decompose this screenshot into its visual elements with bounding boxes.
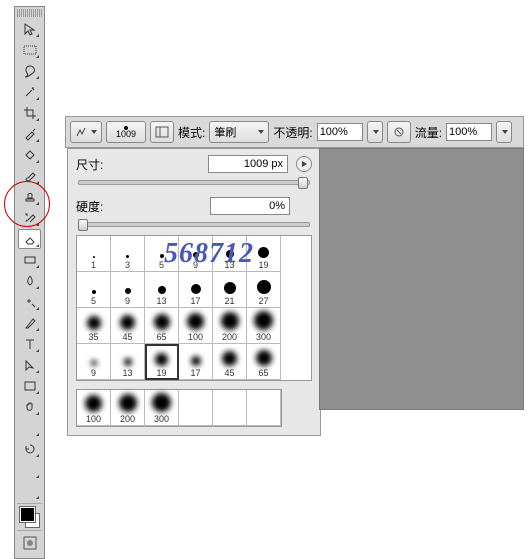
type-tool[interactable] <box>18 334 41 354</box>
3d-orbit-tool[interactable] <box>18 481 41 501</box>
hardness-input[interactable] <box>210 197 290 215</box>
crop-tool[interactable] <box>18 103 41 123</box>
rect-marquee-tool[interactable] <box>18 40 41 60</box>
move-tool[interactable] <box>18 19 41 39</box>
brush-preset[interactable]: 45 <box>213 344 247 380</box>
gradient-tool[interactable] <box>18 250 41 270</box>
brush-preset[interactable]: 27 <box>247 272 281 308</box>
color-swatches[interactable] <box>19 506 40 528</box>
brush-preset[interactable]: 3 <box>111 236 145 272</box>
tool-palette <box>14 6 45 559</box>
brush-preset[interactable]: 300 <box>247 308 281 344</box>
brush-preset[interactable]: 13 <box>213 236 247 272</box>
brush-preset[interactable]: 1 <box>77 236 111 272</box>
pen-tool[interactable] <box>18 313 41 333</box>
stamp-tool[interactable] <box>18 187 41 207</box>
zoom-tool[interactable] <box>18 418 41 438</box>
canvas-area[interactable] <box>319 148 524 410</box>
brush-preset[interactable]: 9 <box>179 236 213 272</box>
quickmask-icon[interactable] <box>18 533 41 553</box>
pressure-opacity-button[interactable] <box>387 121 411 143</box>
size-label: 尺寸: <box>76 156 116 173</box>
rectangle-tool[interactable] <box>18 376 41 396</box>
brush-preset[interactable]: 45 <box>111 308 145 344</box>
brush-preset[interactable]: 100 <box>77 390 111 426</box>
opacity-label: 不透明: <box>273 124 312 141</box>
brush-grid-extra: 100200300 <box>76 389 282 427</box>
flyout-button[interactable] <box>296 156 312 172</box>
brush-preset[interactable]: 300 <box>145 390 179 426</box>
brush-preset[interactable]: 17 <box>179 272 213 308</box>
brush-preset[interactable]: 13 <box>145 272 179 308</box>
flow-input[interactable] <box>446 123 492 141</box>
eraser-tool[interactable] <box>18 229 41 249</box>
brush-preset[interactable]: 9 <box>111 272 145 308</box>
mode-select[interactable]: 筆刷 <box>209 121 269 143</box>
brush-preset[interactable]: 5 <box>77 272 111 308</box>
brush-preset[interactable]: 35 <box>77 308 111 344</box>
palette-grip[interactable] <box>17 9 42 17</box>
brush-preset[interactable]: 13 <box>111 344 145 380</box>
tool-preset-button[interactable] <box>70 121 102 143</box>
brush-preset[interactable]: 21 <box>213 272 247 308</box>
mode-label: 模式: <box>178 124 205 141</box>
brush-preset[interactable]: 9 <box>77 344 111 380</box>
brush-preset[interactable]: 65 <box>145 308 179 344</box>
brush-grid: 1359131959131721273545651002003009131917… <box>76 235 312 381</box>
size-slider[interactable] <box>78 177 310 187</box>
brush-panel-button[interactable] <box>150 121 174 143</box>
3d-rotate-tool[interactable] <box>18 460 41 480</box>
brush-preset[interactable]: 19 <box>145 344 179 380</box>
size-input[interactable] <box>208 155 288 173</box>
brush-preset[interactable]: 100 <box>179 308 213 344</box>
brush-preset[interactable]: 19 <box>247 236 281 272</box>
brush-preset[interactable]: 65 <box>247 344 281 380</box>
brush-preset[interactable]: 200 <box>213 308 247 344</box>
opacity-dropdown[interactable] <box>367 121 383 143</box>
opacity-input[interactable] <box>317 123 363 141</box>
hardness-label: 硬度: <box>76 198 116 215</box>
path-select-tool[interactable] <box>18 355 41 375</box>
history-brush-tool[interactable] <box>18 208 41 228</box>
brush-preset[interactable]: 17 <box>179 344 213 380</box>
brush-tool[interactable] <box>18 166 41 186</box>
magic-wand-tool[interactable] <box>18 82 41 102</box>
eyedropper-tool[interactable] <box>18 124 41 144</box>
lasso-tool[interactable] <box>18 61 41 81</box>
dodge-tool[interactable] <box>18 292 41 312</box>
flow-dropdown[interactable] <box>496 121 512 143</box>
brush-preset[interactable]: 5 <box>145 236 179 272</box>
hardness-slider[interactable] <box>78 219 310 229</box>
blur-tool[interactable] <box>18 271 41 291</box>
brush-preset[interactable]: 200 <box>111 390 145 426</box>
brush-preset-button[interactable]: 1009 <box>106 121 146 143</box>
flow-label: 流量: <box>415 124 442 141</box>
heal-tool[interactable] <box>18 145 41 165</box>
rotate-view-tool[interactable] <box>18 439 41 459</box>
hand-tool[interactable] <box>18 397 41 417</box>
options-bar: 1009 模式: 筆刷 不透明: 流量: <box>65 116 524 148</box>
brush-panel: 尺寸: 硬度: 13591319591317212735456510020030… <box>67 148 321 436</box>
fg-color[interactable] <box>20 507 35 522</box>
